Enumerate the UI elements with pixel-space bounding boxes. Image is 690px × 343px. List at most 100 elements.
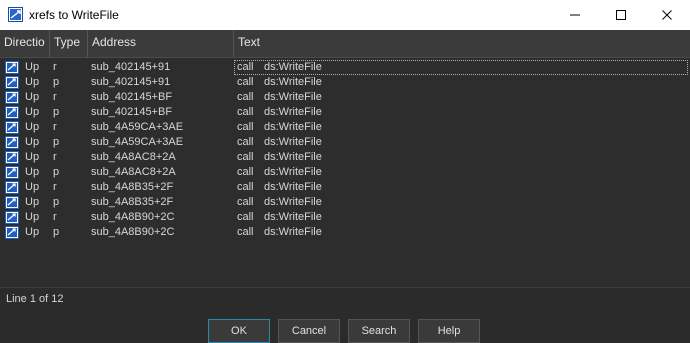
ok-button[interactable]: OK — [208, 319, 270, 343]
row-operand: ds:WriteFile — [264, 196, 322, 208]
minimize-button[interactable] — [552, 0, 598, 30]
row-type: p — [53, 136, 60, 148]
row-address: sub_4A8AC8+2A — [91, 151, 176, 163]
row-direction: Up — [25, 181, 40, 193]
row-type: r — [53, 91, 57, 103]
xref-row[interactable]: Up r sub_402145+BF call ds:WriteFile — [0, 90, 690, 105]
xref-row[interactable]: Up r sub_4A8B35+2F call ds:WriteFile — [0, 180, 690, 195]
row-address: sub_4A59CA+3AE — [91, 136, 184, 148]
close-button[interactable] — [644, 0, 690, 30]
row-instruction: call — [237, 136, 254, 148]
row-instruction: call — [237, 211, 254, 223]
row-direction: Up — [25, 106, 40, 118]
xref-row[interactable]: Up p sub_4A8B90+2C call ds:WriteFile — [0, 225, 690, 240]
xref-icon — [5, 211, 19, 224]
xref-rows: Up r sub_402145+91 call ds:WriteFile Up … — [0, 60, 690, 240]
app-icon — [8, 7, 23, 22]
row-address: sub_4A8B90+2C — [91, 211, 175, 223]
column-header-direction[interactable]: Directio — [0, 30, 50, 57]
row-operand: ds:WriteFile — [264, 181, 322, 193]
row-direction: Up — [25, 91, 40, 103]
help-button[interactable]: Help — [418, 319, 480, 343]
row-operand: ds:WriteFile — [264, 121, 322, 133]
row-address: sub_4A8B90+2C — [91, 226, 175, 238]
row-type: p — [53, 226, 60, 238]
xref-icon — [5, 76, 19, 89]
row-operand: ds:WriteFile — [264, 76, 322, 88]
row-instruction: call — [237, 106, 254, 118]
xref-row[interactable]: Up p sub_4A8B35+2F call ds:WriteFile — [0, 195, 690, 210]
row-operand: ds:WriteFile — [264, 61, 322, 73]
xref-row[interactable]: Up r sub_4A8AC8+2A call ds:WriteFile — [0, 150, 690, 165]
row-operand: ds:WriteFile — [264, 166, 322, 178]
xref-row[interactable]: Up r sub_4A59CA+3AE call ds:WriteFile — [0, 120, 690, 135]
xref-icon — [5, 106, 19, 119]
row-direction: Up — [25, 76, 40, 88]
row-instruction: call — [237, 121, 254, 133]
xref-icon — [5, 181, 19, 194]
row-instruction: call — [237, 226, 254, 238]
xref-icon — [5, 121, 19, 134]
xref-icon — [5, 136, 19, 149]
xref-icon — [5, 166, 19, 179]
xref-icon — [5, 151, 19, 164]
row-direction: Up — [25, 121, 40, 133]
row-address: sub_402145+BF — [91, 106, 173, 118]
row-type: r — [53, 121, 57, 133]
status-line: Line 1 of 12 — [6, 293, 64, 305]
row-operand: ds:WriteFile — [264, 151, 322, 163]
xref-icon — [5, 226, 19, 239]
row-address: sub_4A59CA+3AE — [91, 121, 184, 133]
title-bar[interactable]: xrefs to WriteFile — [0, 0, 690, 30]
row-direction: Up — [25, 196, 40, 208]
maximize-button[interactable] — [598, 0, 644, 30]
xref-row[interactable]: Up p sub_4A8AC8+2A call ds:WriteFile — [0, 165, 690, 180]
row-direction: Up — [25, 136, 40, 148]
row-instruction: call — [237, 166, 254, 178]
column-header-text[interactable]: Text — [234, 30, 690, 57]
xref-row[interactable]: Up p sub_402145+91 call ds:WriteFile — [0, 75, 690, 90]
row-type: p — [53, 166, 60, 178]
row-instruction: call — [237, 91, 254, 103]
xref-row[interactable]: Up p sub_4A59CA+3AE call ds:WriteFile — [0, 135, 690, 150]
row-type: p — [53, 106, 60, 118]
row-direction: Up — [25, 166, 40, 178]
row-address: sub_402145+BF — [91, 91, 173, 103]
row-instruction: call — [237, 181, 254, 193]
row-address: sub_4A8B35+2F — [91, 181, 174, 193]
xref-icon — [5, 61, 19, 74]
xref-icon — [5, 91, 19, 104]
row-address: sub_4A8B35+2F — [91, 196, 174, 208]
search-button[interactable]: Search — [348, 319, 410, 343]
xref-row[interactable]: Up r sub_402145+91 call ds:WriteFile — [0, 60, 690, 75]
row-type: r — [53, 181, 57, 193]
window-title: xrefs to WriteFile — [29, 8, 119, 22]
row-address: sub_4A8AC8+2A — [91, 166, 176, 178]
cancel-button[interactable]: Cancel — [278, 319, 340, 343]
row-operand: ds:WriteFile — [264, 211, 322, 223]
row-instruction: call — [237, 76, 254, 88]
row-type: r — [53, 151, 57, 163]
maximize-icon — [616, 10, 626, 20]
row-address: sub_402145+91 — [91, 61, 171, 73]
xref-row[interactable]: Up r sub_4A8B90+2C call ds:WriteFile — [0, 210, 690, 225]
row-type: r — [53, 211, 57, 223]
row-type: r — [53, 61, 57, 73]
column-header-address[interactable]: Address — [88, 30, 234, 57]
column-header-type[interactable]: Type — [50, 30, 88, 57]
list-header: Directio Type Address Text — [0, 30, 690, 58]
row-operand: ds:WriteFile — [264, 226, 322, 238]
row-direction: Up — [25, 151, 40, 163]
row-type: p — [53, 76, 60, 88]
row-direction: Up — [25, 226, 40, 238]
row-instruction: call — [237, 151, 254, 163]
row-instruction: call — [237, 61, 254, 73]
close-icon — [662, 10, 672, 20]
row-operand: ds:WriteFile — [264, 106, 322, 118]
divider — [0, 287, 690, 288]
xref-row[interactable]: Up p sub_402145+BF call ds:WriteFile — [0, 105, 690, 120]
row-operand: ds:WriteFile — [264, 136, 322, 148]
xrefs-list[interactable]: Directio Type Address Text Up r sub_4021… — [0, 30, 690, 287]
row-direction: Up — [25, 211, 40, 223]
xref-icon — [5, 196, 19, 209]
